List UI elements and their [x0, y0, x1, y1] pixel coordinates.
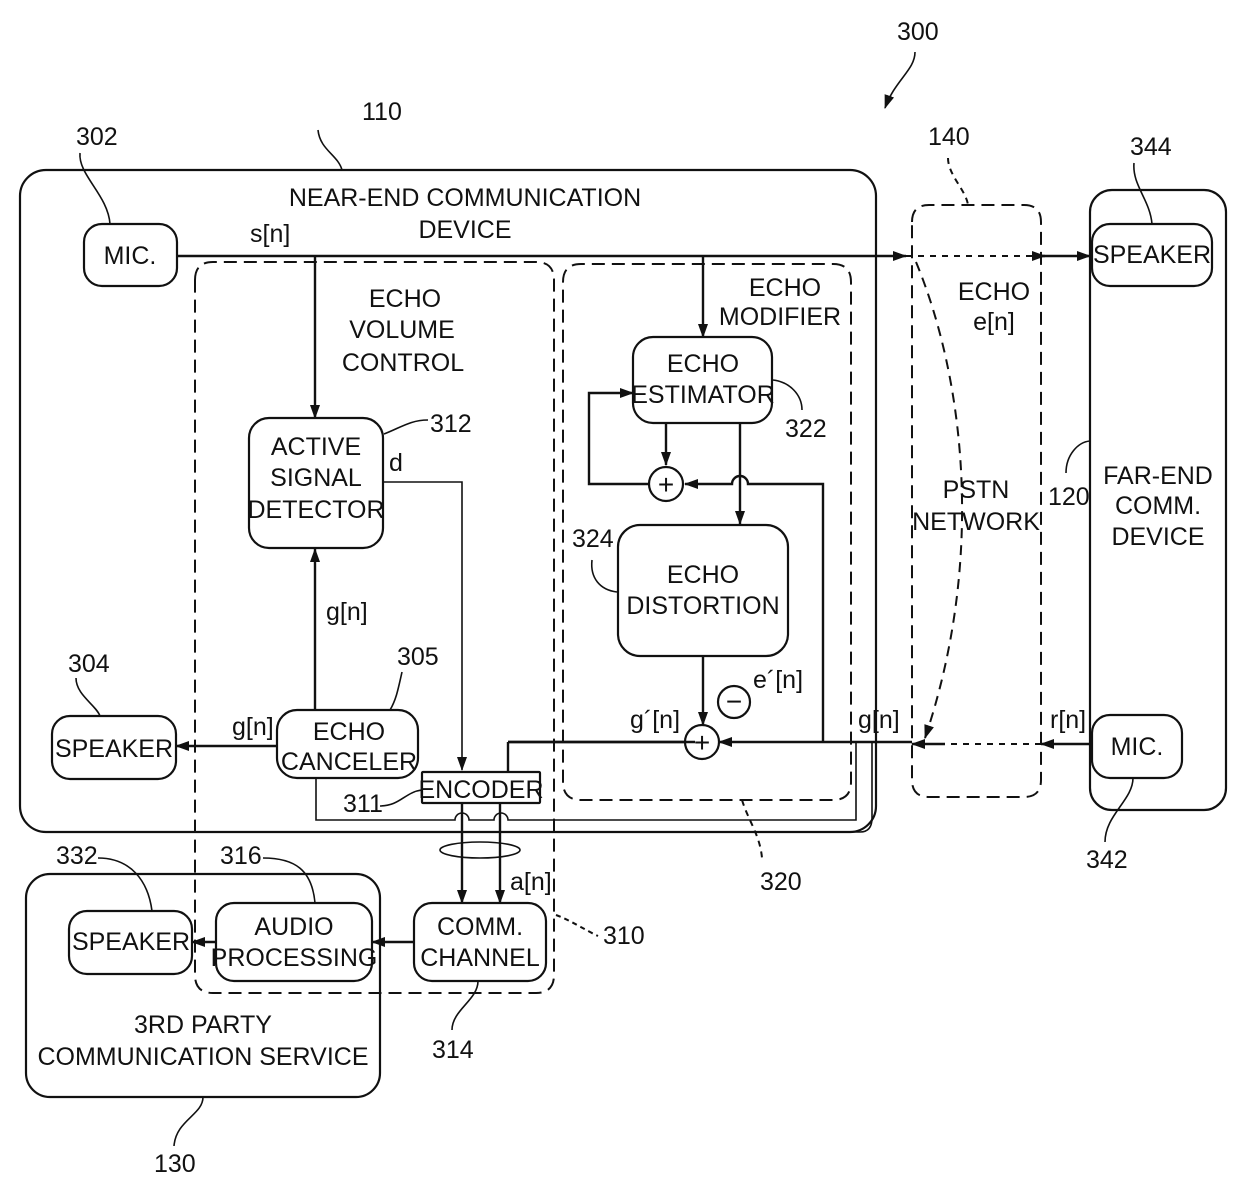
echo-estimator: ECHO ESTIMATOR 322 [631, 335, 827, 443]
svg-text:DISTORTION: DISTORTION [626, 592, 779, 620]
svg-text:MIC.: MIC. [1111, 733, 1164, 761]
far-end-mic: MIC. 342 [1086, 713, 1184, 874]
svg-text:305: 305 [397, 643, 439, 671]
svg-text:ESTIMATOR: ESTIMATOR [631, 381, 775, 409]
svg-text:CONTROL: CONTROL [342, 349, 464, 377]
svg-text:DEVICE: DEVICE [418, 216, 511, 244]
svg-text:ECHO: ECHO [749, 274, 821, 302]
svg-text:SIGNAL: SIGNAL [270, 464, 362, 492]
svg-text:ECHO: ECHO [369, 285, 441, 313]
svg-text:e[n]: e[n] [973, 308, 1015, 336]
svg-text:VOLUME: VOLUME [349, 316, 455, 344]
svg-text:120: 120 [1048, 483, 1090, 511]
svg-text:MODIFIER: MODIFIER [719, 303, 841, 331]
echo-canceler: ECHO CANCELER 305 [275, 643, 439, 780]
near-end-speaker: SPEAKER 304 [50, 650, 178, 781]
svg-text:s[n]: s[n] [250, 220, 290, 248]
svg-text:COMM.: COMM. [437, 913, 523, 941]
far-end-speaker: SPEAKER 344 [1090, 133, 1214, 288]
svg-text:ECHO: ECHO [667, 561, 739, 589]
svg-text:a[n]: a[n] [510, 868, 552, 896]
svg-text:MIC.: MIC. [104, 242, 157, 270]
svg-text:AUDIO: AUDIO [254, 913, 333, 941]
pstn-network: PSTN NETWORK 140 ECHO e[n] [911, 123, 1042, 798]
svg-text:ECHO: ECHO [667, 350, 739, 378]
sum-node-top: + [647, 465, 685, 503]
echo-distortion: ECHO DISTORTION 324 [572, 523, 790, 658]
svg-text:SPEAKER: SPEAKER [72, 928, 190, 956]
near-end-device: 110 NEAR-END COMMUNICATION DEVICE [18, 98, 878, 834]
svg-text:304: 304 [68, 650, 110, 678]
svg-text:DETECTOR: DETECTOR [247, 496, 384, 524]
bundle-ellipse [439, 841, 521, 859]
svg-text:311: 311 [343, 790, 383, 818]
svg-text:ECHO: ECHO [958, 278, 1030, 306]
svg-text:300: 300 [897, 18, 939, 46]
minus-sign: − [716, 684, 752, 720]
svg-text:g[n]: g[n] [326, 598, 368, 626]
audio-processing: AUDIO PROCESSING 316 [211, 842, 378, 983]
svg-text:314: 314 [432, 1036, 474, 1064]
svg-text:316: 316 [220, 842, 262, 870]
figure-ref-arrow [884, 51, 916, 109]
figure-ref-300: 300 [884, 18, 939, 109]
svg-text:CHANNEL: CHANNEL [420, 944, 540, 972]
svg-text:324: 324 [572, 525, 614, 553]
svg-text:110: 110 [362, 98, 402, 126]
svg-text:312: 312 [430, 410, 472, 438]
svg-text:NETWORK: NETWORK [912, 508, 1040, 536]
svg-text:PSTN: PSTN [943, 476, 1010, 504]
active-signal-detector: ACTIVE SIGNAL DETECTOR 312 [247, 410, 472, 550]
svg-text:CANCELER: CANCELER [281, 748, 417, 776]
svg-text:302: 302 [76, 123, 118, 151]
svg-text:d: d [389, 449, 403, 477]
d-line [383, 481, 467, 771]
svg-text:140: 140 [928, 123, 970, 151]
svg-text:−: − [726, 686, 742, 717]
svg-text:ENCODER: ENCODER [418, 776, 543, 804]
svg-text:322: 322 [785, 415, 827, 443]
svg-text:310: 310 [603, 922, 645, 950]
svg-text:g´[n]: g´[n] [630, 706, 680, 734]
svg-text:r[n]: r[n] [1050, 706, 1086, 734]
svg-text:342: 342 [1086, 846, 1128, 874]
echo-volume-control-region: ECHO VOLUME CONTROL 310 [194, 261, 645, 994]
svg-text:SPEAKER: SPEAKER [1093, 241, 1211, 269]
svg-text:NEAR-END COMMUNICATION: NEAR-END COMMUNICATION [289, 184, 641, 212]
near-end-leader [317, 129, 343, 171]
svg-text:3RD PARTY: 3RD PARTY [134, 1011, 272, 1039]
svg-text:e´[n]: e´[n] [753, 666, 803, 694]
svg-text:ECHO: ECHO [313, 718, 385, 746]
svg-text:332: 332 [56, 842, 98, 870]
svg-text:SPEAKER: SPEAKER [55, 735, 173, 763]
comm-channel: COMM. CHANNEL 314 [412, 901, 548, 1064]
svg-text:FAR-END: FAR-END [1103, 462, 1213, 490]
svg-text:COMMUNICATION SERVICE: COMMUNICATION SERVICE [37, 1043, 368, 1071]
svg-text:g[n]: g[n] [858, 706, 900, 734]
near-end-mic: MIC. 302 [76, 123, 179, 288]
third-party-speaker: SPEAKER 332 [56, 842, 194, 976]
svg-text:+: + [658, 469, 674, 500]
svg-text:320: 320 [760, 868, 802, 896]
svg-text:COMM.: COMM. [1115, 492, 1201, 520]
svg-text:344: 344 [1130, 133, 1172, 161]
mic-leader [79, 152, 111, 225]
svg-text:130: 130 [154, 1150, 196, 1178]
svg-text:DEVICE: DEVICE [1111, 523, 1204, 551]
svg-text:g[n]: g[n] [232, 713, 274, 741]
echo-system-diagram: 300 110 NEAR-END COMMUNICATION DEVICE MI… [18, 18, 1228, 1178]
svg-text:PROCESSING: PROCESSING [211, 944, 378, 972]
svg-text:+: + [694, 727, 710, 758]
svg-text:ACTIVE: ACTIVE [271, 433, 361, 461]
